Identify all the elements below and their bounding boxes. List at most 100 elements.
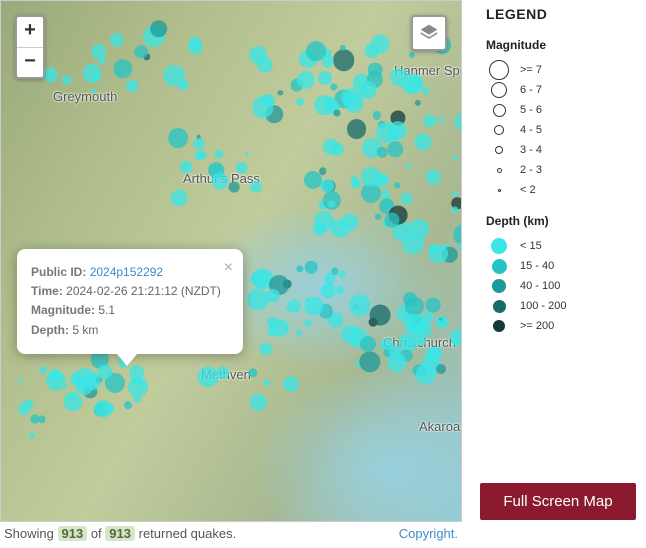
quake-marker[interactable] (92, 89, 97, 94)
copyright-link[interactable]: Copyright. (399, 526, 458, 541)
depth-swatch-icon (493, 320, 505, 332)
quake-marker[interactable] (124, 401, 132, 409)
map-column: GreymouthHanmer SpringsArthur's PassMeth… (0, 0, 462, 548)
quake-marker[interactable] (283, 376, 299, 392)
quake-marker[interactable] (129, 365, 145, 381)
popup-depth-label: Depth: (31, 323, 69, 337)
quake-marker[interactable] (249, 46, 267, 64)
quake-marker[interactable] (168, 129, 188, 149)
legend-bin-label: < 15 (520, 240, 542, 252)
fullscreen-map-button[interactable]: Full Screen Map (480, 483, 636, 520)
quake-marker[interactable] (341, 213, 358, 230)
quake-marker[interactable] (336, 286, 345, 295)
legend-bin-label: 4 - 5 (520, 124, 542, 136)
legend-bin-label: 15 - 40 (520, 260, 554, 272)
quake-marker[interactable] (48, 369, 62, 383)
depth-swatch-icon (493, 300, 506, 313)
quake-marker[interactable] (439, 319, 447, 327)
quake-marker[interactable] (403, 313, 424, 334)
footer-of: of (91, 526, 102, 541)
legend-bin-label: 3 - 4 (520, 144, 542, 156)
quake-marker[interactable] (360, 336, 376, 352)
quake-marker[interactable] (333, 110, 340, 117)
quake-marker[interactable] (426, 170, 441, 185)
popup-time-value: 2024-02-26 21:21:12 (NZDT) (66, 284, 221, 298)
popup-depth-value: 5 km (72, 323, 98, 337)
quake-marker[interactable] (377, 147, 388, 158)
quake-marker[interactable] (305, 298, 310, 303)
quake-marker[interactable] (381, 338, 393, 350)
quake-marker[interactable] (414, 133, 431, 150)
quake-marker[interactable] (375, 213, 382, 220)
quake-marker[interactable] (74, 368, 96, 390)
quake-marker[interactable] (321, 55, 334, 68)
quake-marker[interactable] (318, 71, 332, 85)
quake-marker[interactable] (436, 364, 446, 374)
zoom-in-button[interactable]: + (17, 17, 43, 47)
magnitude-swatch-icon (498, 189, 501, 192)
quake-marker[interactable] (320, 179, 334, 193)
quake-marker[interactable] (29, 433, 35, 439)
legend-panel: LEGEND Magnitude >= 76 - 75 - 64 - 53 - … (462, 0, 646, 548)
quake-marker[interactable] (39, 366, 47, 374)
quake-marker[interactable] (314, 211, 334, 231)
quake-marker[interactable] (212, 173, 229, 190)
quake-marker[interactable] (296, 98, 304, 106)
quake-marker[interactable] (177, 80, 188, 91)
quake-marker[interactable] (333, 49, 355, 71)
legend-depth-row: 15 - 40 (486, 256, 646, 276)
depth-swatch-icon (492, 259, 507, 274)
popup-tail (117, 354, 137, 366)
legend-magnitude-row: 2 - 3 (486, 160, 646, 180)
quake-marker[interactable] (387, 352, 407, 372)
quake-marker[interactable] (421, 87, 430, 96)
close-icon[interactable]: × (224, 255, 233, 281)
quake-marker[interactable] (43, 68, 58, 83)
popup-mag-value: 5.1 (98, 303, 115, 317)
quake-marker[interactable] (409, 219, 429, 239)
quake-marker[interactable] (288, 300, 301, 313)
quake-marker[interactable] (395, 182, 401, 188)
zoom-out-button[interactable]: − (17, 47, 43, 77)
quake-marker[interactable] (296, 330, 302, 336)
quake-marker[interactable] (369, 304, 390, 325)
quake-marker[interactable] (99, 58, 106, 65)
quake-marker[interactable] (133, 395, 141, 403)
quake-marker[interactable] (236, 161, 249, 174)
magnitude-swatch-icon (495, 146, 503, 154)
map-canvas[interactable]: GreymouthHanmer SpringsArthur's PassMeth… (0, 0, 462, 522)
quake-marker[interactable] (134, 45, 148, 59)
zoom-controls: + − (15, 15, 45, 79)
depth-swatch-icon (492, 279, 506, 293)
legend-magnitude-row: >= 7 (486, 60, 646, 80)
quake-marker[interactable] (425, 298, 440, 313)
footer-suffix: returned quakes. (139, 526, 237, 541)
legend-magnitude-row: 4 - 5 (486, 120, 646, 140)
quake-marker[interactable] (413, 337, 421, 345)
quake-marker[interactable] (229, 181, 240, 192)
legend-magnitude-row: 3 - 4 (486, 140, 646, 160)
quake-marker[interactable] (94, 400, 112, 418)
quake-marker[interactable] (347, 119, 367, 139)
legend-magnitude-row: < 2 (486, 180, 646, 200)
quake-marker[interactable] (378, 175, 390, 187)
quake-marker[interactable] (376, 122, 398, 144)
legend-bin-label: >= 7 (520, 64, 542, 76)
legend-bin-label: 2 - 3 (520, 164, 542, 176)
quake-marker[interactable] (179, 161, 192, 174)
quake-marker[interactable] (150, 20, 168, 38)
count-total-badge: 913 (105, 526, 135, 541)
magnitude-swatch-icon (497, 168, 502, 173)
quake-marker[interactable] (321, 283, 336, 298)
quake-marker[interactable] (305, 261, 318, 274)
popup-time-label: Time: (31, 284, 63, 298)
layers-button[interactable] (411, 15, 447, 51)
quake-marker[interactable] (339, 270, 346, 277)
quake-marker[interactable] (198, 151, 204, 157)
legend-magnitude-label: Magnitude (486, 38, 646, 52)
legend-magnitude-row: 5 - 6 (486, 100, 646, 120)
legend-bin-label: >= 200 (520, 320, 554, 332)
quake-marker[interactable] (216, 366, 230, 380)
popup-publicid-link[interactable]: 2024p152292 (90, 265, 163, 279)
quake-marker[interactable] (400, 192, 413, 205)
